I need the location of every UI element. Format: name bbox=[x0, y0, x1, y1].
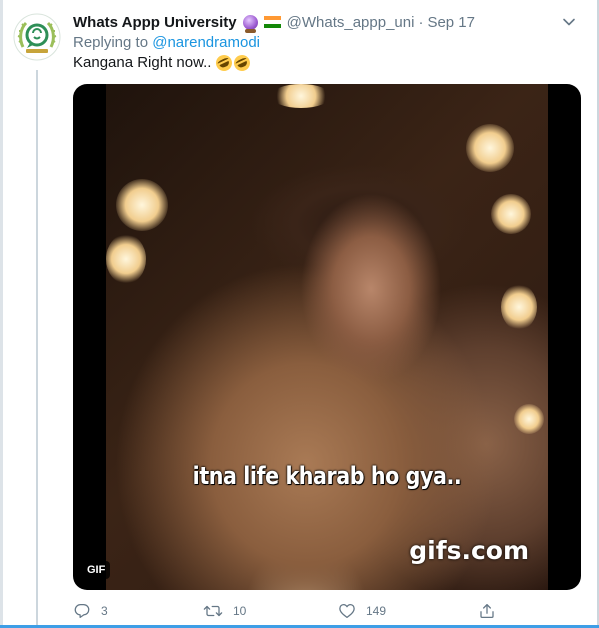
reply-count: 3 bbox=[101, 604, 108, 618]
gif-watermark: gifs.com bbox=[409, 536, 529, 565]
bokeh-light bbox=[491, 194, 531, 234]
gif-frame-image bbox=[106, 84, 548, 590]
replying-to: Replying to @narendramodi bbox=[73, 34, 260, 51]
gif-caption: itna life kharab ho gya.. bbox=[192, 462, 462, 490]
reply-icon bbox=[74, 603, 90, 619]
retweet-count: 10 bbox=[233, 604, 247, 618]
author-avatar[interactable] bbox=[13, 13, 61, 61]
rofl-emoji-icon bbox=[231, 51, 254, 74]
like-button[interactable]: 149 bbox=[338, 601, 386, 621]
author-name[interactable]: Whats Appp University bbox=[73, 14, 237, 31]
like-count: 149 bbox=[366, 604, 387, 618]
reply-button[interactable]: 3 bbox=[73, 601, 108, 621]
crystal-ball-icon bbox=[242, 14, 258, 33]
reply-prefix: Replying to bbox=[73, 34, 149, 51]
heart-icon bbox=[339, 603, 355, 619]
tweet-header: Whats Appp University @Whats_appp_uni · … bbox=[73, 11, 579, 33]
reply-mention-link[interactable]: @narendramodi bbox=[152, 34, 260, 51]
bokeh-light bbox=[116, 179, 168, 231]
retweet-icon bbox=[203, 605, 223, 617]
bokeh-light bbox=[271, 84, 331, 108]
bokeh-light bbox=[466, 124, 514, 172]
header-separator: · bbox=[418, 13, 424, 31]
more-options-button[interactable] bbox=[559, 11, 579, 33]
frame-left-border bbox=[0, 0, 3, 628]
chevron-down-icon bbox=[563, 18, 575, 26]
bokeh-light bbox=[501, 284, 537, 330]
share-icon bbox=[480, 603, 494, 619]
bokeh-light bbox=[106, 234, 146, 284]
retweet-button[interactable]: 10 bbox=[203, 601, 246, 621]
tweet-actions: 3 10 149 bbox=[73, 601, 503, 621]
india-flag-icon bbox=[263, 16, 281, 28]
bokeh-light bbox=[514, 404, 544, 434]
tweet-text-body: Kangana Right now.. bbox=[73, 54, 212, 71]
share-button[interactable] bbox=[478, 601, 496, 621]
gif-media[interactable]: itna life kharab ho gya.. gifs.com GIF bbox=[73, 84, 581, 590]
thread-line bbox=[36, 70, 38, 628]
rofl-emoji-icon bbox=[213, 51, 236, 74]
university-logo-icon bbox=[13, 13, 61, 61]
author-handle[interactable]: @Whats_appp_uni bbox=[287, 14, 415, 31]
gif-badge: GIF bbox=[82, 561, 111, 579]
tweet-date[interactable]: Sep 17 bbox=[427, 14, 475, 31]
tweet-text: Kangana Right now.. bbox=[73, 51, 254, 74]
